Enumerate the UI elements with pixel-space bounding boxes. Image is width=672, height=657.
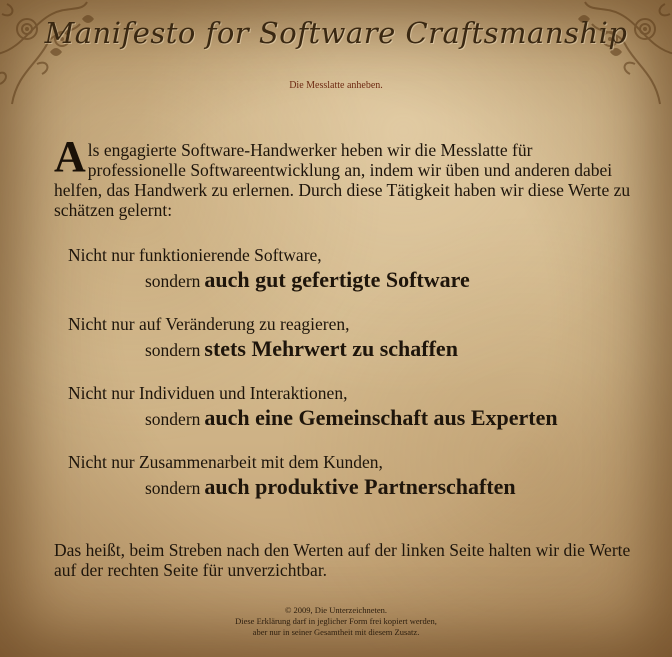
intro-text: ls engagierte Software-Handwerker heben … <box>54 140 631 220</box>
footer-copyright: © 2009, Die Unterzeichneten. <box>284 605 388 615</box>
manifesto-body: Als engagierte Software-Handwerker heben… <box>54 132 634 520</box>
value-item: Nicht nur funktionierende Software, sond… <box>68 244 634 297</box>
value-rhs-emphasis: stets Mehrwert zu schaffen <box>204 336 458 361</box>
value-lhs: Nicht nur funktionierende Software, <box>68 245 322 265</box>
value-rhs-emphasis: auch gut gefertigte Software <box>204 267 470 292</box>
value-lhs: Nicht nur Individuen und Interaktionen, <box>68 383 348 403</box>
value-rhs: sondern stets Mehrwert zu schaffen <box>145 335 634 366</box>
value-rhs-prefix: sondern <box>145 409 201 429</box>
value-item: Nicht nur auf Veränderung zu reagieren, … <box>68 313 634 366</box>
outro-paragraph: Das heißt, beim Streben nach den Werten … <box>54 540 631 580</box>
intro-paragraph: Als engagierte Software-Handwerker heben… <box>54 132 634 221</box>
page-subtitle: Die Messlatte anheben. <box>289 80 383 91</box>
footer-notice: © 2009, Die Unterzeichneten. Diese Erklä… <box>0 605 672 638</box>
value-rhs: sondern auch produktive Partnerschaften <box>145 473 634 504</box>
intro-dropcap: A <box>54 132 86 181</box>
footer-line: Diese Erklärung darf in jeglicher Form f… <box>235 616 437 626</box>
value-item: Nicht nur Zusammenarbeit mit dem Kunden,… <box>68 451 634 504</box>
value-lhs: Nicht nur auf Veränderung zu reagieren, <box>68 314 350 334</box>
value-rhs-prefix: sondern <box>145 271 201 291</box>
manifesto-page: { "header": { "title": "Manifesto for So… <box>0 0 672 657</box>
value-rhs-prefix: sondern <box>145 478 201 498</box>
values-list: Nicht nur funktionierende Software, sond… <box>68 244 634 504</box>
value-item: Nicht nur Individuen und Interaktionen, … <box>68 382 634 435</box>
value-rhs: sondern auch gut gefertigte Software <box>145 266 634 297</box>
value-rhs-emphasis: auch produktive Partnerschaften <box>204 474 516 499</box>
value-rhs-emphasis: auch eine Gemeinschaft aus Experten <box>204 405 558 430</box>
value-rhs: sondern auch eine Gemeinschaft aus Exper… <box>145 404 634 435</box>
page-title: Manifesto for Software Craftsmanship <box>44 16 628 50</box>
value-lhs: Nicht nur Zusammenarbeit mit dem Kunden, <box>68 452 383 472</box>
value-rhs-prefix: sondern <box>145 340 201 360</box>
footer-line: aber nur in seiner Gesamtheit mit diesem… <box>252 627 420 637</box>
